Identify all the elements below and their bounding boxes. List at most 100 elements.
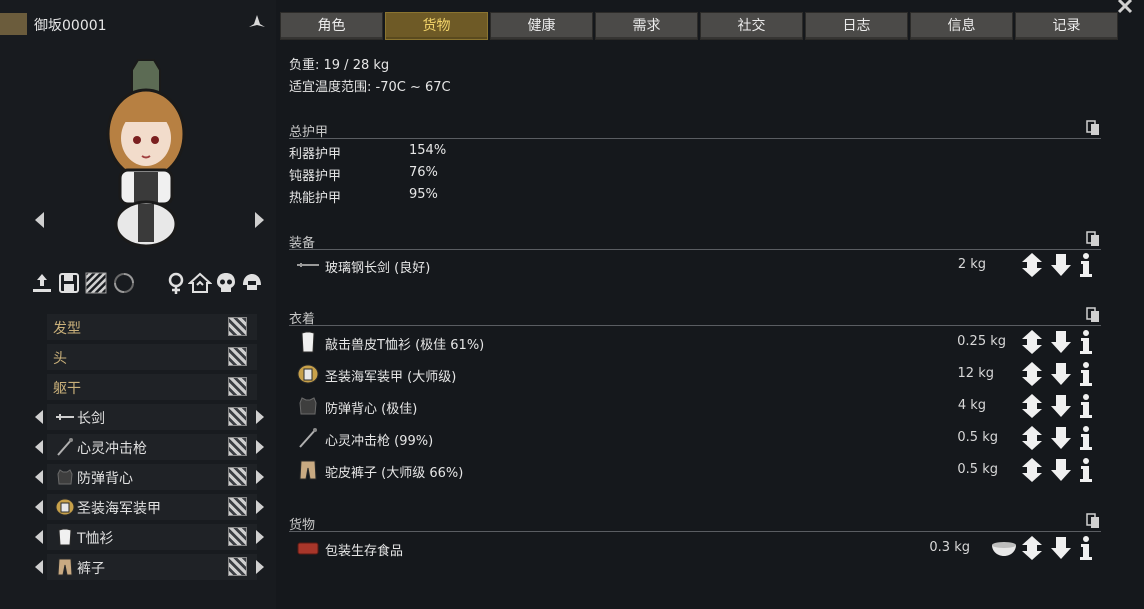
close-icon[interactable]: [1115, 0, 1135, 16]
lock-hatch-icon[interactable]: [228, 497, 247, 516]
slot-next-arrow[interactable]: [256, 500, 264, 514]
drop-icon[interactable]: [1050, 426, 1072, 450]
marine-armor-icon: [55, 498, 75, 516]
info-icon[interactable]: [1078, 457, 1094, 483]
slot-torso[interactable]: 躯干: [33, 372, 273, 402]
slot-hair[interactable]: 发型: [33, 312, 273, 342]
slot-prev-arrow[interactable]: [35, 470, 43, 484]
slot-label: 心灵冲击枪: [77, 441, 147, 457]
eat-bowl-icon[interactable]: [991, 539, 1017, 557]
item-label: 包装生存食品: [325, 544, 404, 559]
skull-icon[interactable]: [214, 271, 238, 295]
helmet-icon[interactable]: [240, 271, 264, 295]
equipment-row[interactable]: 玻璃钢长剑 (良好) 2 kg: [289, 250, 1101, 280]
drop-icon[interactable]: [1050, 330, 1072, 354]
info-icon[interactable]: [1078, 329, 1094, 355]
copy-icon[interactable]: [1086, 513, 1100, 529]
psychic-lance-icon: [299, 428, 317, 448]
slot-next-arrow[interactable]: [256, 530, 264, 544]
tab-health[interactable]: 健康: [490, 12, 593, 40]
tab-info[interactable]: 信息: [910, 12, 1013, 40]
lock-hatch-icon[interactable]: [228, 377, 247, 396]
slot-prev-arrow[interactable]: [35, 410, 43, 424]
swap-icon[interactable]: [1019, 393, 1045, 419]
slot-head[interactable]: 头: [33, 342, 273, 372]
slot-prev-arrow[interactable]: [35, 530, 43, 544]
info-icon[interactable]: [1078, 252, 1094, 278]
item-label: 圣装海军装甲 (大师级): [325, 370, 457, 385]
drop-icon[interactable]: [1050, 458, 1072, 482]
swap-icon[interactable]: [1019, 425, 1045, 451]
faction-color-swatch[interactable]: [0, 13, 27, 35]
home-icon[interactable]: [188, 271, 212, 295]
slot-longsword[interactable]: 长剑: [33, 402, 273, 432]
copy-icon[interactable]: [1086, 120, 1100, 136]
tab-records[interactable]: 记录: [1015, 12, 1118, 40]
locked-hatch-icon[interactable]: [84, 271, 108, 295]
item-label: 心灵冲击枪 (99%): [325, 434, 434, 449]
item-mass: 0.25 kg: [957, 334, 1006, 349]
slot-background: [47, 344, 257, 370]
drop-icon[interactable]: [1050, 362, 1072, 386]
info-icon[interactable]: [1078, 361, 1094, 387]
pawn-portrait[interactable]: [98, 52, 194, 252]
inventory-row[interactable]: 包装生存食品 0.3 kg: [289, 533, 1101, 563]
lock-hatch-icon[interactable]: [228, 347, 247, 366]
lock-hatch-icon[interactable]: [228, 407, 247, 426]
slot-next-arrow[interactable]: [256, 470, 264, 484]
slot-pants[interactable]: 裤子: [33, 552, 273, 582]
lock-hatch-icon[interactable]: [228, 317, 247, 336]
swap-icon[interactable]: [1019, 457, 1045, 483]
tab-log[interactable]: 日志: [805, 12, 908, 40]
export-icon[interactable]: [30, 271, 54, 295]
slot-next-arrow[interactable]: [256, 410, 264, 424]
lock-hatch-icon[interactable]: [228, 557, 247, 576]
rank-icon[interactable]: [248, 13, 266, 31]
marine-armor-icon: [297, 364, 319, 384]
slot-prev-arrow[interactable]: [35, 500, 43, 514]
next-pawn-arrow[interactable]: [255, 212, 264, 228]
swap-icon[interactable]: [1019, 361, 1045, 387]
lock-hatch-icon[interactable]: [228, 437, 247, 456]
copy-icon[interactable]: [1086, 307, 1100, 323]
slot-prev-arrow[interactable]: [35, 560, 43, 574]
apparel-row[interactable]: 防弹背心 (极佳) 4 kg: [289, 391, 1101, 421]
slot-marine-armor[interactable]: 圣装海军装甲: [33, 492, 273, 522]
slot-next-arrow[interactable]: [256, 440, 264, 454]
slot-prev-arrow[interactable]: [35, 440, 43, 454]
armor-heat-value: 95%: [409, 187, 438, 202]
info-icon[interactable]: [1078, 535, 1094, 561]
save-icon[interactable]: [57, 271, 81, 295]
female-gender-icon[interactable]: [164, 271, 188, 295]
tab-character[interactable]: 角色: [280, 12, 383, 40]
copy-icon[interactable]: [1086, 231, 1100, 247]
drop-icon[interactable]: [1050, 253, 1072, 277]
tab-needs[interactable]: 需求: [595, 12, 698, 40]
drop-icon[interactable]: [1050, 394, 1072, 418]
prev-pawn-arrow[interactable]: [35, 212, 44, 228]
lock-hatch-icon[interactable]: [228, 527, 247, 546]
tab-social[interactable]: 社交: [700, 12, 803, 40]
slot-psychic-lance[interactable]: 心灵冲击枪: [33, 432, 273, 462]
pawn-name[interactable]: 御坂00001: [34, 15, 107, 35]
apparel-row[interactable]: 心灵冲击枪 (99%) 0.5 kg: [289, 423, 1101, 453]
info-icon[interactable]: [1078, 425, 1094, 451]
swap-icon[interactable]: [1019, 535, 1045, 561]
slot-next-arrow[interactable]: [256, 560, 264, 574]
slot-flak-vest[interactable]: 防弹背心: [33, 462, 273, 492]
randomize-icon[interactable]: [112, 271, 136, 295]
pants-icon: [57, 558, 73, 576]
slot-tshirt[interactable]: T恤衫: [33, 522, 273, 552]
armor-sharp-label: 利器护甲: [289, 147, 342, 162]
apparel-row[interactable]: 敲击兽皮T恤衫 (极佳 61%) 0.25 kg: [289, 327, 1101, 357]
armor-blunt-label: 钝器护甲: [289, 169, 342, 184]
swap-icon[interactable]: [1019, 329, 1045, 355]
drop-icon[interactable]: [1050, 536, 1072, 560]
tshirt-icon: [58, 528, 72, 546]
info-icon[interactable]: [1078, 393, 1094, 419]
apparel-row[interactable]: 圣装海军装甲 (大师级) 12 kg: [289, 359, 1101, 389]
tab-gear[interactable]: 货物: [385, 12, 488, 40]
swap-icon[interactable]: [1019, 252, 1045, 278]
lock-hatch-icon[interactable]: [228, 467, 247, 486]
apparel-row[interactable]: 驼皮裤子 (大师级 66%) 0.5 kg: [289, 455, 1101, 485]
